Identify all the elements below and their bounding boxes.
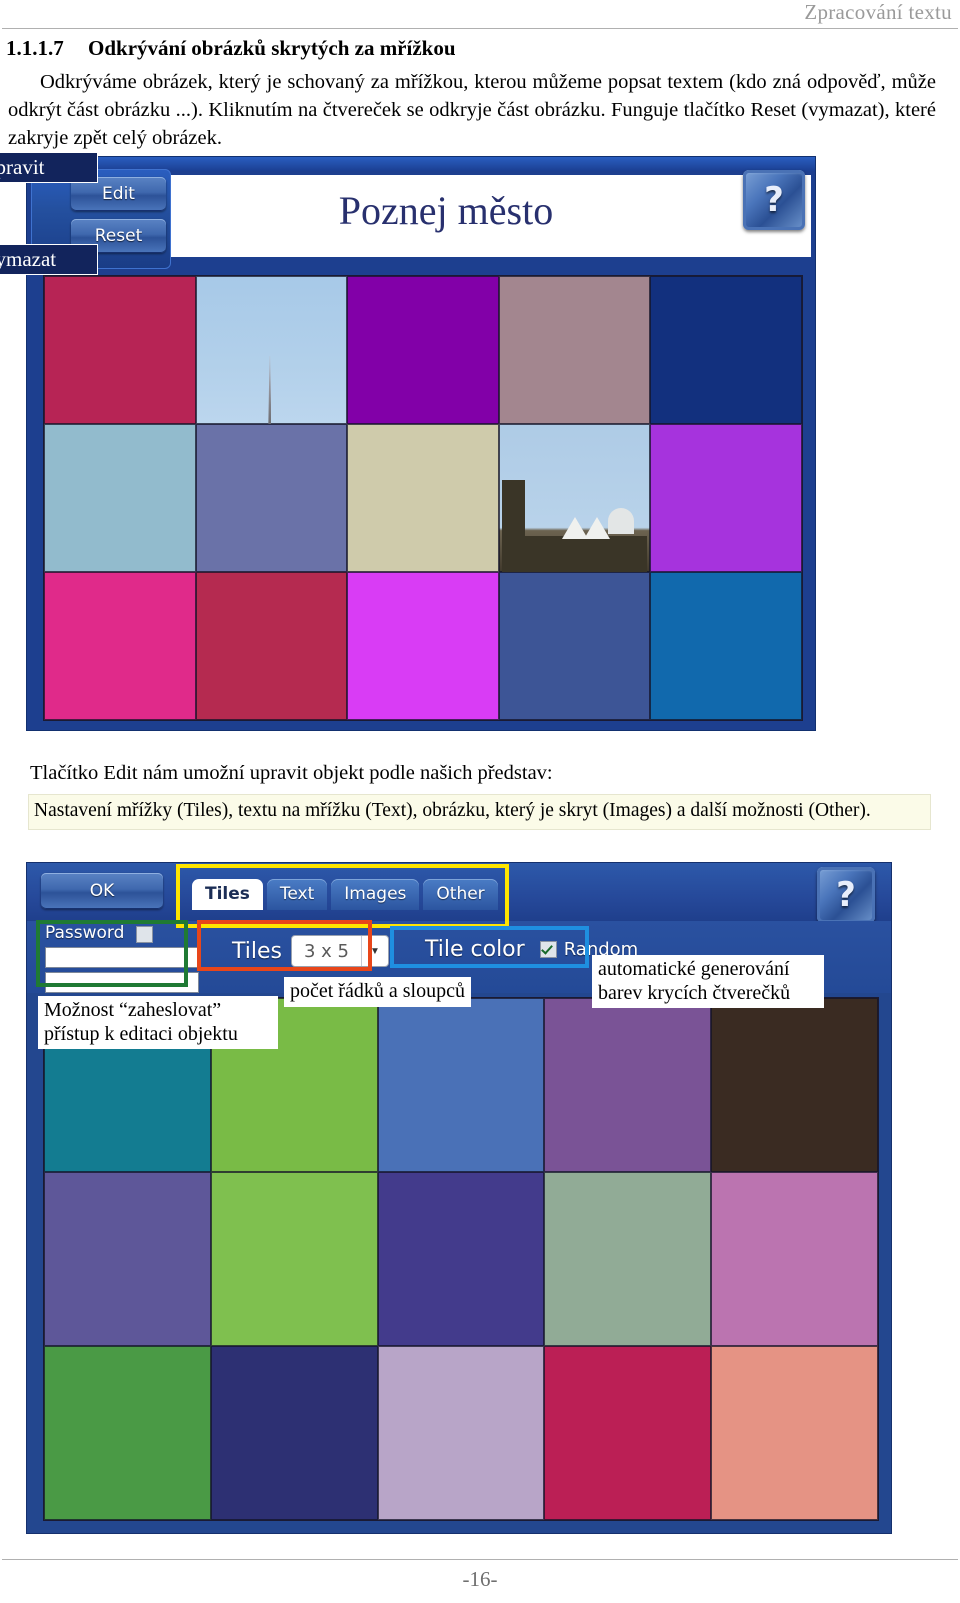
- app-screenshot-poznej-mesto: Edit Reset Poznej město ?: [26, 156, 816, 731]
- tiles-setting-group: Tiles 3 x 5 ▼: [232, 935, 389, 967]
- tile[interactable]: [544, 1346, 712, 1520]
- callout-password-note-line1: Možnost “zaheslovat”: [44, 999, 222, 1021]
- tile[interactable]: [711, 1172, 878, 1346]
- tile[interactable]: [347, 572, 499, 720]
- tile[interactable]: [544, 1172, 712, 1346]
- random-checkbox[interactable]: [539, 941, 557, 958]
- tile-color-label: Tile color: [425, 937, 525, 962]
- tile-grid-2[interactable]: [43, 997, 879, 1521]
- tile[interactable]: [195, 572, 348, 720]
- ok-button[interactable]: OK: [41, 873, 163, 909]
- section-number: 1.1.1.7: [6, 36, 64, 60]
- running-header-title: Zpracování textu: [804, 0, 952, 24]
- tile[interactable]: [650, 276, 802, 424]
- tile[interactable]: [377, 1172, 545, 1346]
- callout-password-note-line2: přístup k editaci objektu: [44, 1023, 238, 1045]
- page-footer: -16-: [0, 1555, 960, 1599]
- tile[interactable]: [210, 1346, 378, 1520]
- tile[interactable]: [377, 1346, 545, 1520]
- mid-lead-text: Tlačítko Edit nám umožní upravit objekt …: [30, 762, 553, 784]
- intro-paragraph: Odkrýváme obrázek, který je schovaný za …: [8, 68, 936, 152]
- tab-other[interactable]: Other: [423, 879, 498, 910]
- app1-title: Poznej město: [338, 188, 554, 233]
- callout-password-note: Možnost “zaheslovat” přístup k editaci o…: [38, 996, 278, 1049]
- tiles-label: Tiles: [232, 938, 282, 964]
- footer-divider: [2, 1559, 958, 1560]
- tile[interactable]: [650, 424, 802, 572]
- callout-color-note: automatické generování barev krycích čtv…: [592, 955, 824, 1008]
- page-header: Zpracování textu: [0, 0, 960, 30]
- tile[interactable]: [347, 424, 499, 572]
- tile[interactable]: [711, 1346, 878, 1520]
- callout-color-note-line2: barev krycích čtverečků: [598, 982, 791, 1004]
- cathedral-spire-icon: [268, 355, 272, 424]
- callout-reset-note: vymazat: [0, 244, 98, 275]
- tab-tiles[interactable]: Tiles: [192, 879, 263, 910]
- tile[interactable]: [195, 424, 348, 572]
- page-number: -16-: [462, 1567, 498, 1591]
- intro-paragraph-text: Odkrýváme obrázek, který je schovaný za …: [8, 71, 936, 149]
- header-divider: [2, 28, 958, 29]
- tile-grid-1[interactable]: [43, 275, 803, 721]
- password-checkbox[interactable]: [136, 925, 154, 943]
- tile[interactable]: [210, 1172, 378, 1346]
- password-field-1[interactable]: [45, 947, 199, 968]
- help-button[interactable]: ?: [817, 867, 875, 923]
- tile[interactable]: [498, 276, 651, 424]
- password-field-2[interactable]: [45, 972, 199, 993]
- tile[interactable]: [650, 572, 802, 720]
- tile[interactable]: [44, 572, 196, 720]
- page-title: 1.1.1.7 Odkrývání obrázků skrytých za mří…: [6, 36, 936, 61]
- help-button[interactable]: ?: [743, 170, 805, 230]
- tab-images[interactable]: Images: [331, 879, 420, 910]
- tile[interactable]: [711, 998, 878, 1172]
- app1-title-card: Poznej město: [171, 175, 811, 257]
- password-group: Password: [45, 923, 215, 993]
- chevron-down-icon[interactable]: ▼: [360, 936, 388, 966]
- tile-revealed-cathedral[interactable]: [498, 424, 651, 572]
- mid-note-box: Nastavení mřížky (Tiles), textu na mřížk…: [28, 794, 931, 830]
- callout-color-note-line1: automatické generování: [598, 958, 790, 980]
- tab-bar[interactable]: Tiles Text Images Other: [192, 879, 498, 910]
- tile[interactable]: [44, 424, 196, 572]
- tiles-dropdown[interactable]: 3 x 5 ▼: [290, 935, 389, 967]
- cathedral-roofline-shape: [501, 536, 648, 572]
- tiles-dropdown-value: 3 x 5: [303, 940, 349, 962]
- tile-revealed-sky[interactable]: [195, 276, 348, 424]
- tab-text[interactable]: Text: [266, 879, 328, 910]
- tile[interactable]: [498, 572, 651, 720]
- section-title: Odkrývání obrázků skrytých za mřížkou: [88, 36, 456, 60]
- callout-edit-note: upravit: [0, 152, 98, 183]
- tile[interactable]: [544, 998, 712, 1172]
- tile[interactable]: [44, 1172, 211, 1346]
- callout-tiles-note: počet řádků a sloupců: [284, 977, 471, 1007]
- tile[interactable]: [377, 998, 545, 1172]
- dome-shape: [607, 507, 634, 534]
- password-label: Password: [45, 923, 125, 943]
- tile[interactable]: [347, 276, 499, 424]
- tile[interactable]: [44, 276, 196, 424]
- tent-shape: [583, 517, 610, 540]
- tile[interactable]: [44, 1346, 211, 1520]
